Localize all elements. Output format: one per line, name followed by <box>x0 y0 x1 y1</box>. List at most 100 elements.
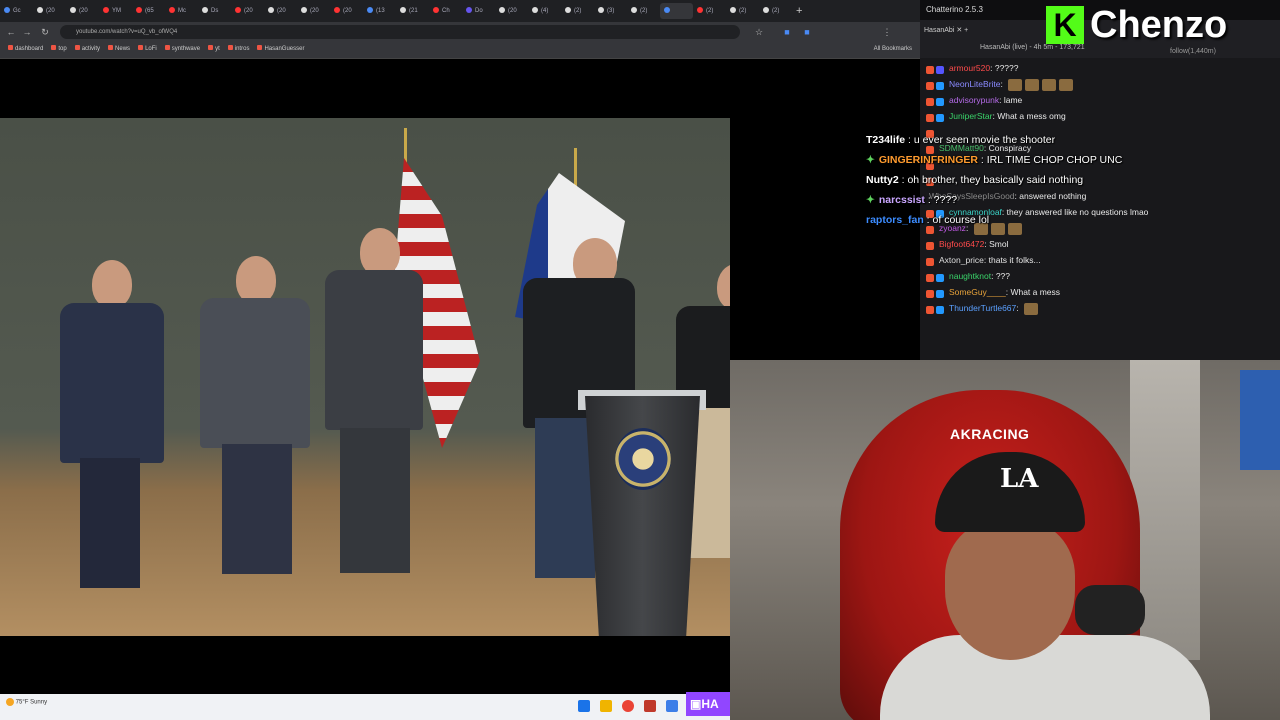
browser-tab[interactable]: (20 <box>495 3 528 19</box>
browser-tab[interactable]: Mc <box>165 3 198 19</box>
start-icon[interactable] <box>578 700 590 712</box>
extension-icon[interactable]: ■ <box>800 25 814 39</box>
browser-tab[interactable]: (2) <box>726 3 759 19</box>
overlay-username: GINGERINFRINGER <box>878 154 978 166</box>
browser-tab[interactable]: (20 <box>264 3 297 19</box>
tab-label: (2) <box>640 8 648 14</box>
new-tab-button[interactable]: + <box>796 5 802 17</box>
kick-logo-icon: K <box>1046 6 1084 44</box>
weather-widget[interactable]: 75°F Sunny <box>6 698 47 706</box>
badges <box>926 301 946 317</box>
browser-tab[interactable]: (3) <box>594 3 627 19</box>
chat-username[interactable]: naughtknot <box>949 271 991 281</box>
cap-logo: LA <box>1000 464 1039 494</box>
back-icon[interactable]: ← <box>4 25 18 39</box>
browser-tab[interactable]: (4) <box>528 3 561 19</box>
badge-icon <box>926 97 934 106</box>
badge-icon <box>926 241 934 250</box>
tab-favicon-icon <box>631 7 637 14</box>
browser-tab[interactable]: (2) <box>759 3 792 19</box>
chat-tab[interactable]: HasanAbi ✕ + <box>924 24 968 38</box>
chat-message[interactable]: Axton_price: thats it folks... <box>926 252 1041 268</box>
browser-tab[interactable]: (20 <box>330 3 363 19</box>
browser-tab[interactable]: (2) <box>561 3 594 19</box>
bookmark-icon <box>257 45 263 50</box>
tab-favicon-icon <box>763 7 769 14</box>
chat-message[interactable]: advisorypunk: lame <box>926 92 1022 108</box>
browser-tab[interactable]: Ch <box>429 3 462 19</box>
browser-tab[interactable]: Gc <box>0 3 33 19</box>
badge-icon <box>936 113 944 122</box>
bookmark-item[interactable]: synthwave <box>164 42 201 57</box>
browser-tab[interactable]: (2) <box>693 3 726 19</box>
chat-message[interactable]: NeonLiteBrite: <box>926 76 1074 92</box>
chat-username[interactable]: armour520 <box>949 63 990 73</box>
chat-message[interactable]: JuniperStar: What a mess omg <box>926 108 1066 124</box>
url-field[interactable]: youtube.com/watch?v=uQ_vb_ofWQ4 <box>60 25 740 39</box>
browser-tab[interactable]: Do <box>462 3 495 19</box>
chat-message[interactable]: naughtknot: ??? <box>926 268 1010 284</box>
browser-tab[interactable]: YM <box>99 3 132 19</box>
extension-icon[interactable]: ■ <box>780 25 794 39</box>
badge-icon <box>926 305 934 314</box>
chat-message[interactable]: SomeGuy____: What a mess <box>926 284 1060 300</box>
forward-icon[interactable]: → <box>20 25 34 39</box>
close-icon[interactable]: ✕ <box>956 27 962 34</box>
tab-favicon-icon <box>664 7 670 14</box>
bookmark-item[interactable]: top <box>51 42 67 57</box>
browser-tab[interactable]: (20 <box>297 3 330 19</box>
chat-message[interactable]: armour520: ????? <box>926 60 1018 76</box>
edge-icon[interactable] <box>666 700 678 712</box>
bookmark-label: synthwave <box>171 46 201 52</box>
browser-tab[interactable]: (21 <box>396 3 429 19</box>
chat-username[interactable]: advisorypunk <box>949 95 999 105</box>
badge-icon <box>926 65 934 74</box>
browser-tab[interactable]: (20 <box>231 3 264 19</box>
chat-username[interactable]: NeonLiteBrite <box>949 79 1001 89</box>
badge-icon <box>936 289 944 298</box>
badges <box>926 285 946 301</box>
app-icon[interactable] <box>644 700 656 712</box>
tab-label: Ch <box>442 8 450 14</box>
badge-icon <box>926 81 934 90</box>
bookmark-item[interactable]: intros <box>227 42 249 57</box>
chat-message[interactable]: Bigfoot6472: Smol <box>926 236 1008 252</box>
chat-text: ??? <box>995 271 1010 281</box>
twitch-icon: ▣ <box>690 697 702 711</box>
chair-brand: AKRACING <box>950 426 1030 442</box>
overlay-chat-line: Nutty2 : oh brother, they basically said… <box>866 174 1084 186</box>
tab-label: (13 <box>376 8 385 14</box>
bookmark-item[interactable]: LoFi <box>138 42 157 57</box>
browser-tab[interactable]: Ds <box>198 3 231 19</box>
browser-tab[interactable] <box>660 3 693 19</box>
chat-username[interactable]: Bigfoot6472 <box>939 239 984 249</box>
browser-tab[interactable]: (20 <box>66 3 99 19</box>
bookmark-item[interactable]: HasanGuesser <box>257 42 304 57</box>
browser-tab[interactable]: (13 <box>363 3 396 19</box>
bookmark-item[interactable]: dashboard <box>8 42 43 57</box>
bookmark-item[interactable]: activity <box>74 42 100 57</box>
overlay-username: narcssist <box>878 194 925 206</box>
tab-favicon-icon <box>202 7 208 14</box>
browser-tab[interactable]: (65 <box>132 3 165 19</box>
chat-username[interactable]: Axton_price <box>939 255 984 265</box>
press-conference-video[interactable] <box>0 118 730 636</box>
chat-message[interactable]: ThunderTurtle667: <box>926 300 1038 316</box>
chat-username[interactable]: JuniperStar <box>949 111 992 121</box>
browser-tab[interactable]: (2) <box>627 3 660 19</box>
tab-favicon-icon <box>433 7 439 14</box>
chat-username[interactable]: SomeGuy____ <box>949 287 1006 297</box>
all-bookmarks-button[interactable]: All Bookmarks <box>874 42 912 57</box>
chrome-icon[interactable] <box>622 700 634 712</box>
browser-tab[interactable]: (20 <box>33 3 66 19</box>
bookmark-item[interactable]: yt <box>208 42 220 57</box>
bookmark-item[interactable]: News <box>108 42 130 57</box>
add-tab-icon[interactable]: + <box>964 27 968 34</box>
star-icon[interactable]: ☆ <box>752 25 766 39</box>
chat-username[interactable]: ThunderTurtle667 <box>949 303 1016 313</box>
bookmark-label: dashboard <box>15 46 44 52</box>
file-explorer-icon[interactable] <box>600 700 612 712</box>
tab-label: Ds <box>211 8 219 14</box>
reload-icon[interactable]: ↻ <box>38 25 52 39</box>
menu-icon[interactable]: ⋮ <box>880 25 894 39</box>
